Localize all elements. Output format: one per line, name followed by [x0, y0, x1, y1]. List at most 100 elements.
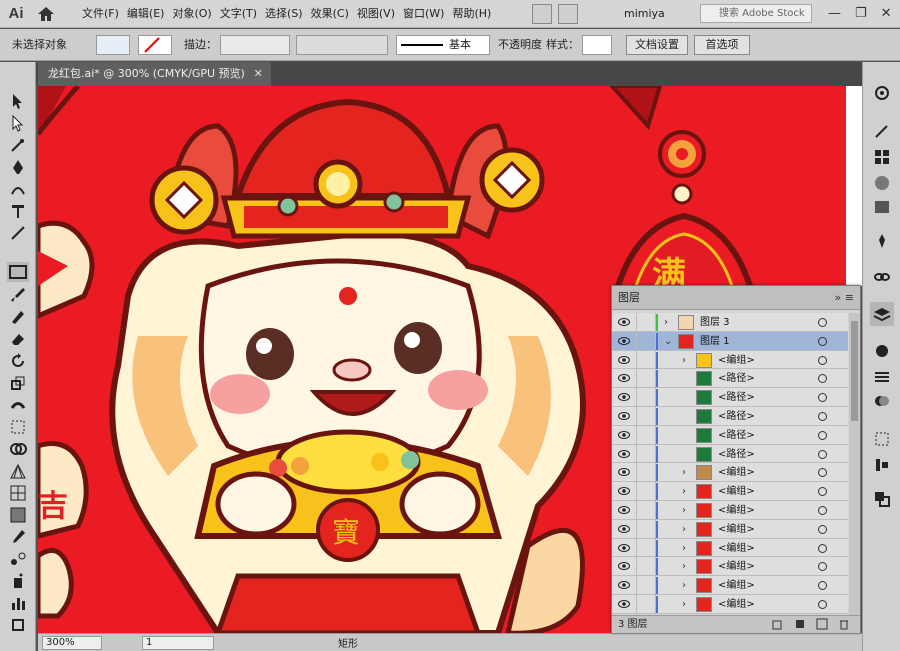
opacity-label[interactable]: 不透明度 — [498, 29, 542, 61]
layer-row[interactable]: <路径> — [612, 425, 848, 445]
visibility-eye-icon[interactable] — [618, 392, 630, 402]
expand-arrow-icon[interactable]: › — [682, 539, 686, 558]
line-tool-icon[interactable] — [9, 224, 27, 242]
menu-file[interactable]: 文件(F) — [78, 0, 123, 28]
shaper-tool-icon[interactable] — [9, 308, 27, 326]
magic-wand-tool-icon[interactable] — [9, 136, 27, 154]
target-circle-icon[interactable] — [818, 543, 827, 553]
free-transform-tool-icon[interactable] — [9, 418, 27, 436]
visibility-eye-icon[interactable] — [618, 599, 630, 609]
menu-window[interactable]: 窗口(W) — [399, 0, 448, 28]
layer-name[interactable]: <路径> — [718, 445, 755, 464]
brushes-icon[interactable] — [873, 122, 891, 140]
lock-toggle[interactable] — [636, 444, 656, 464]
curvature-tool-icon[interactable] — [9, 180, 27, 198]
menu-edit[interactable]: 编辑(E) — [123, 0, 169, 28]
visibility-eye-icon[interactable] — [618, 467, 630, 477]
eyedropper-tool-icon[interactable] — [9, 528, 27, 546]
visibility-eye-icon[interactable] — [618, 505, 630, 515]
layer-name[interactable]: <编组> — [718, 351, 755, 370]
home-icon[interactable] — [36, 4, 56, 24]
layer-row[interactable]: › <编组> — [612, 576, 848, 596]
zoom-field[interactable]: 300% — [42, 636, 102, 650]
layer-row[interactable]: › <编组> — [612, 500, 848, 520]
layer-name[interactable]: <路径> — [718, 407, 755, 426]
visibility-eye-icon[interactable] — [618, 449, 630, 459]
expand-arrow-icon[interactable]: › — [682, 351, 686, 370]
layer-name[interactable]: <路径> — [718, 369, 755, 388]
layer-name[interactable]: <编组> — [718, 482, 755, 501]
gradient-panel-icon[interactable] — [873, 198, 891, 216]
document-tab[interactable]: 龙红包.ai* @ 300% (CMYK/GPU 预览) ✕ — [38, 62, 271, 86]
type-tool-icon[interactable] — [9, 202, 27, 220]
visibility-eye-icon[interactable] — [618, 543, 630, 553]
close-tab-icon[interactable]: ✕ — [254, 62, 263, 86]
layer-row[interactable]: › <编组> — [612, 538, 848, 558]
links-icon[interactable] — [873, 268, 891, 286]
stroke-panel-icon[interactable] — [873, 368, 891, 386]
layer-row[interactable]: ⌄ 图层 1 — [612, 331, 848, 351]
layers-panel-title[interactable]: 图层 — [618, 286, 640, 310]
panel-menu-icon[interactable] — [826, 35, 846, 55]
expand-arrow-icon[interactable]: › — [682, 576, 686, 595]
layers-scrollbar[interactable] — [849, 313, 860, 615]
layer-name[interactable]: <编组> — [718, 520, 755, 539]
layer-row[interactable]: <路径> — [612, 388, 848, 408]
rotate-tool-icon[interactable] — [9, 352, 27, 370]
transform-icon[interactable] — [798, 35, 818, 55]
pen-tool-icon[interactable] — [9, 158, 27, 176]
visibility-eye-icon[interactable] — [618, 336, 630, 346]
visibility-eye-icon[interactable] — [618, 373, 630, 383]
variable-width-field[interactable] — [296, 35, 388, 55]
color-icon[interactable] — [873, 174, 891, 192]
visibility-eye-icon[interactable] — [618, 524, 630, 534]
visibility-eye-icon[interactable] — [618, 430, 630, 440]
layers-icon[interactable] — [870, 302, 894, 326]
visibility-eye-icon[interactable] — [618, 411, 630, 421]
align-panel-icon[interactable] — [873, 456, 891, 474]
expand-arrow-icon[interactable]: › — [682, 520, 686, 539]
visibility-eye-icon[interactable] — [618, 561, 630, 571]
scrollbar-thumb[interactable] — [851, 321, 858, 421]
expand-arrow-icon[interactable]: › — [682, 482, 686, 501]
close-button[interactable]: ✕ — [881, 0, 892, 28]
target-circle-icon[interactable] — [818, 562, 827, 572]
eraser-tool-icon[interactable] — [9, 330, 27, 348]
fill-swatch[interactable] — [96, 35, 130, 55]
layer-name[interactable]: <路径> — [718, 426, 755, 445]
lock-toggle[interactable] — [636, 388, 656, 408]
align-icon[interactable] — [760, 35, 790, 55]
workspace-icon[interactable] — [558, 4, 578, 24]
rectangle-tool-icon[interactable] — [7, 262, 29, 282]
visibility-eye-icon[interactable] — [618, 486, 630, 496]
minimize-button[interactable]: — — [828, 0, 841, 28]
lock-toggle[interactable] — [636, 557, 656, 577]
layer-row[interactable]: › <编组> — [612, 463, 848, 483]
expand-arrow-icon[interactable]: ⌄ — [664, 332, 672, 351]
stroke-swatch[interactable] — [138, 35, 172, 55]
target-circle-icon[interactable] — [818, 449, 827, 459]
appearance-icon[interactable] — [873, 342, 891, 360]
symbol-sprayer-tool-icon[interactable] — [9, 572, 27, 590]
graphic-style-swatch[interactable] — [582, 35, 612, 55]
layer-row[interactable]: › <编组> — [612, 594, 848, 614]
artboard-navigation-field[interactable]: 1 — [142, 636, 214, 650]
visibility-eye-icon[interactable] — [618, 317, 630, 327]
target-circle-icon[interactable] — [818, 524, 827, 534]
menu-help[interactable]: 帮助(H) — [448, 0, 495, 28]
properties-icon[interactable] — [873, 84, 891, 102]
paintbrush-tool-icon[interactable] — [9, 286, 27, 304]
target-circle-icon[interactable] — [818, 581, 827, 591]
pathfinder-icon[interactable] — [873, 490, 891, 508]
target-circle-icon[interactable] — [818, 336, 827, 346]
warp-tool-icon[interactable] — [9, 396, 27, 414]
swatches-icon[interactable] — [873, 148, 891, 166]
layer-name[interactable]: 图层 3 — [700, 313, 730, 332]
lock-toggle[interactable] — [636, 594, 656, 614]
layer-row[interactable]: › 图层 3 — [612, 313, 848, 332]
column-graph-tool-icon[interactable] — [9, 594, 27, 612]
new-sublayer-icon[interactable] — [794, 618, 806, 630]
maximize-button[interactable]: ❐ — [855, 0, 867, 28]
target-circle-icon[interactable] — [818, 505, 827, 515]
target-circle-icon[interactable] — [818, 430, 827, 440]
